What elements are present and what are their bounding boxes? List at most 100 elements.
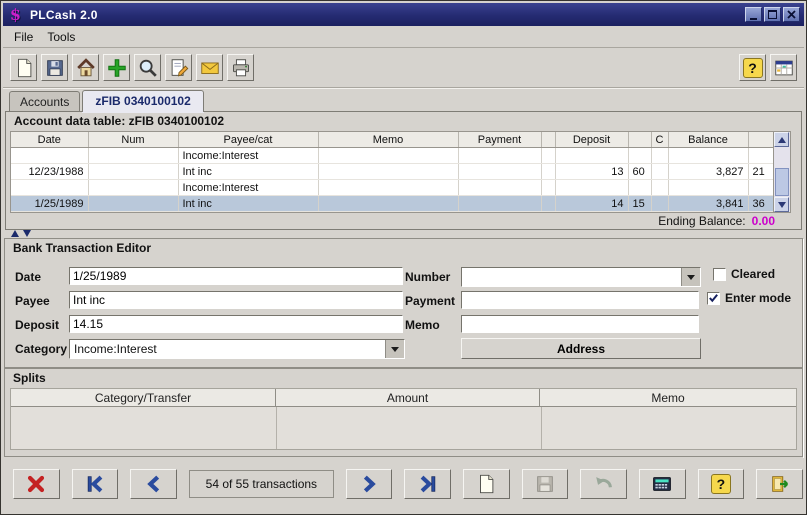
calculator-button[interactable] [639, 469, 686, 499]
splits-col-category[interactable]: Category/Transfer [11, 389, 276, 406]
splitter-collapse-up-icon[interactable] [11, 230, 19, 237]
edit-report-button[interactable] [165, 54, 192, 81]
cell-num[interactable] [88, 196, 178, 212]
col-header-deposit[interactable]: Deposit [555, 132, 628, 148]
payee-field[interactable] [69, 291, 403, 309]
cell-cleared[interactable] [651, 196, 668, 212]
col-header-memo[interactable]: Memo [318, 132, 458, 148]
save-transaction-button[interactable] [522, 469, 569, 499]
cell-deposit-cents[interactable]: 15 [628, 196, 651, 212]
vertical-scrollbar[interactable] [773, 132, 790, 212]
cell[interactable] [318, 180, 458, 196]
cell[interactable] [748, 148, 775, 164]
cleared-checkbox[interactable]: Cleared [713, 267, 775, 281]
cell-balance[interactable]: 3,827 [668, 164, 748, 180]
scroll-up-button[interactable] [774, 132, 789, 147]
cell[interactable] [318, 148, 458, 164]
cell[interactable] [541, 180, 555, 196]
cell[interactable] [541, 148, 555, 164]
titlebar[interactable]: $ PLCash 2.0 [3, 3, 804, 26]
memo-field[interactable] [461, 315, 699, 333]
checkbox-checked-icon[interactable] [707, 292, 720, 305]
add-account-button[interactable] [103, 54, 130, 81]
cell[interactable] [88, 148, 178, 164]
maximize-button[interactable] [764, 7, 781, 22]
cell[interactable] [668, 148, 748, 164]
cell-payment-cents[interactable] [541, 164, 555, 180]
deposit-field[interactable] [69, 315, 403, 333]
tab-register[interactable]: zFIB 0340100102 [82, 90, 203, 112]
col-header-payee[interactable]: Payee/cat [178, 132, 318, 148]
cell-balance-cents[interactable]: 36 [748, 196, 775, 212]
splits-col-amount[interactable]: Amount [276, 389, 540, 406]
help-button-toolbar[interactable]: ? [739, 54, 766, 81]
new-file-button[interactable] [10, 54, 37, 81]
cell-payment[interactable] [458, 196, 541, 212]
help-button-bottom[interactable]: ? [698, 469, 745, 499]
enter-mode-checkbox[interactable]: Enter mode [707, 291, 791, 305]
cell[interactable] [628, 180, 651, 196]
date-field[interactable] [69, 267, 403, 285]
col-header-balance-cents[interactable] [748, 132, 775, 148]
cell[interactable] [458, 148, 541, 164]
category-combobox[interactable]: Income:Interest [69, 339, 405, 359]
new-transaction-button[interactable] [463, 469, 510, 499]
cell-deposit[interactable]: 14 [555, 196, 628, 212]
cell-deposit-cents[interactable]: 60 [628, 164, 651, 180]
table-row-transaction-selected[interactable]: 1/25/1989 Int inc 14 15 3,841 36 [11, 196, 775, 212]
undo-button[interactable] [580, 469, 627, 499]
cell-payee[interactable]: Int inc [178, 196, 318, 212]
cell[interactable] [11, 148, 88, 164]
cell-date[interactable]: 12/23/1988 [11, 164, 88, 180]
cell[interactable] [555, 180, 628, 196]
splits-col-memo[interactable]: Memo [540, 389, 796, 406]
address-button[interactable]: Address [461, 338, 701, 359]
print-button[interactable] [227, 54, 254, 81]
combo-arrow-button[interactable] [385, 340, 404, 358]
cell[interactable] [88, 180, 178, 196]
combo-arrow-button[interactable] [681, 268, 700, 286]
mail-button[interactable] [196, 54, 223, 81]
table-row-category[interactable]: Income:Interest [11, 148, 775, 164]
col-header-payment[interactable]: Payment [458, 132, 541, 148]
menu-tools[interactable]: Tools [40, 28, 82, 46]
first-transaction-button[interactable] [72, 469, 119, 499]
scrollbar-thumb[interactable] [775, 168, 789, 196]
cell-balance-cents[interactable]: 21 [748, 164, 775, 180]
cell-payment-cents[interactable] [541, 196, 555, 212]
cell[interactable] [668, 180, 748, 196]
col-header-num[interactable]: Num [88, 132, 178, 148]
tab-accounts[interactable]: Accounts [9, 91, 80, 111]
next-transaction-button[interactable] [346, 469, 393, 499]
col-header-payment-cents[interactable] [541, 132, 555, 148]
cell-cleared[interactable] [651, 164, 668, 180]
cell-category[interactable]: Income:Interest [178, 180, 318, 196]
search-button[interactable] [134, 54, 161, 81]
cell-category[interactable]: Income:Interest [178, 148, 318, 164]
table-row-category[interactable]: Income:Interest [11, 180, 775, 196]
home-button[interactable] [72, 54, 99, 81]
cell[interactable] [748, 180, 775, 196]
cell-deposit[interactable]: 13 [555, 164, 628, 180]
accounts-window-button[interactable] [770, 54, 797, 81]
col-header-balance[interactable]: Balance [668, 132, 748, 148]
menu-file[interactable]: File [7, 28, 40, 46]
cell-memo[interactable] [318, 196, 458, 212]
cell-balance[interactable]: 3,841 [668, 196, 748, 212]
minimize-button[interactable] [745, 7, 762, 22]
splitter-collapse-down-icon[interactable] [23, 230, 31, 237]
cell[interactable] [458, 180, 541, 196]
cell-num[interactable] [88, 164, 178, 180]
checkbox-unchecked-icon[interactable] [713, 268, 726, 281]
col-header-cleared[interactable]: C [651, 132, 668, 148]
scroll-down-button[interactable] [774, 197, 789, 212]
cell-date[interactable]: 1/25/1989 [11, 196, 88, 212]
previous-transaction-button[interactable] [130, 469, 177, 499]
cell[interactable] [628, 148, 651, 164]
cell[interactable] [11, 180, 88, 196]
last-transaction-button[interactable] [404, 469, 451, 499]
col-header-date[interactable]: Date [11, 132, 88, 148]
col-header-deposit-cents[interactable] [628, 132, 651, 148]
table-row-transaction[interactable]: 12/23/1988 Int inc 13 60 3,827 21 [11, 164, 775, 180]
cell[interactable] [651, 180, 668, 196]
